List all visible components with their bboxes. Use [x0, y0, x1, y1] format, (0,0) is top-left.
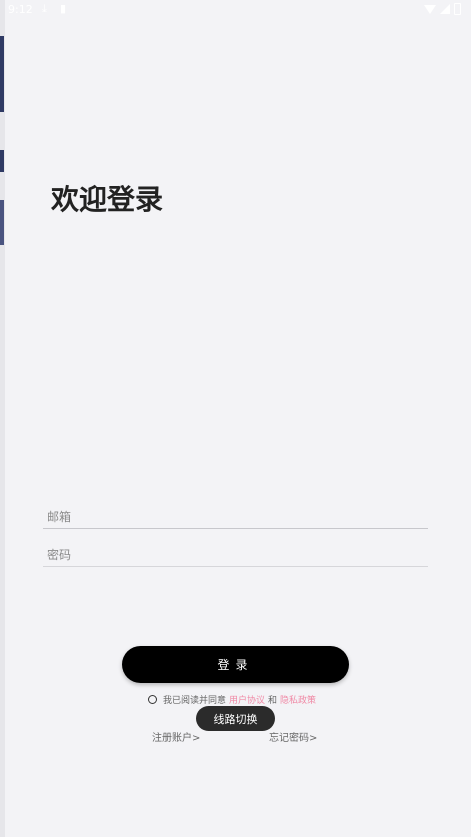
background-window-edge: [0, 200, 4, 245]
background-window-edge: [0, 150, 4, 172]
email-input[interactable]: [43, 506, 436, 528]
signal-icon: [440, 4, 450, 14]
battery-icon: [454, 3, 461, 15]
forgot-password-link[interactable]: 忘记密码>: [269, 729, 317, 744]
wifi-icon: [424, 4, 436, 14]
download-icon: ⤓: [42, 2, 47, 15]
email-field[interactable]: [43, 506, 436, 529]
status-time: 9:12: [8, 3, 33, 16]
sd-card-icon: ▮: [60, 2, 67, 15]
user-agreement-link[interactable]: 用户协议: [229, 693, 265, 706]
background-window-edge: [0, 0, 5, 837]
toast-message: 线路切换: [196, 706, 275, 731]
register-link[interactable]: 注册账户>: [152, 729, 200, 744]
login-button[interactable]: 登录: [122, 646, 349, 683]
agree-radio[interactable]: [148, 694, 157, 704]
agreement-and: 和: [268, 695, 278, 706]
agreement-prefix: 我已阅读并同意: [163, 695, 227, 706]
status-bar: 9:12 ⤓ ▮: [0, 0, 471, 20]
background-window-edge: [0, 36, 4, 112]
agreement-row: 我已阅读并同意 用户协议 和 隐私政策: [148, 692, 319, 706]
status-icons: [424, 3, 461, 15]
password-field[interactable]: [43, 544, 436, 567]
privacy-policy-link[interactable]: 隐私政策: [280, 693, 316, 706]
page-title: 欢迎登录: [51, 183, 164, 216]
password-input[interactable]: [43, 544, 436, 566]
